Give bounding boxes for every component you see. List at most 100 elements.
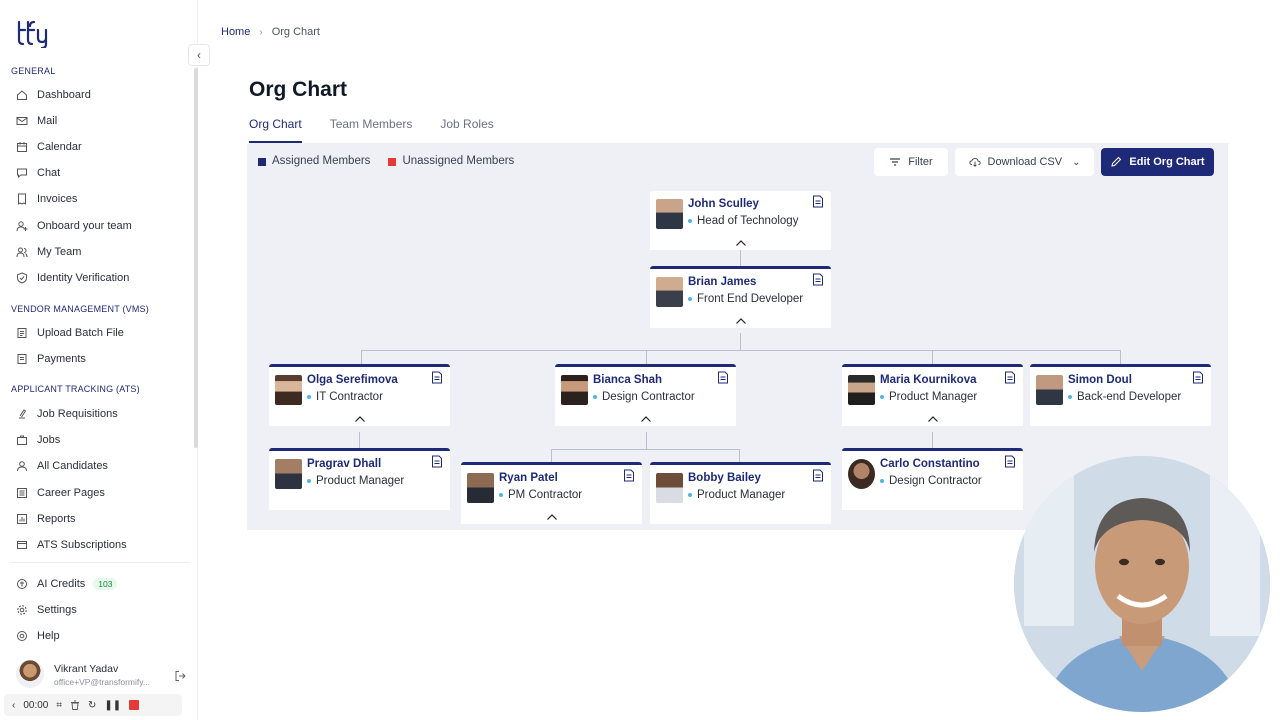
member-name: Bobby Bailey — [688, 472, 761, 484]
stop-icon[interactable] — [129, 700, 140, 710]
org-card-bobby[interactable]: Bobby Bailey Product Manager — [650, 462, 831, 524]
chevron-up-icon[interactable] — [354, 415, 366, 423]
sidebar-item-upload-batch[interactable]: Upload Batch File — [16, 323, 192, 343]
sidebar-item-identity[interactable]: Identity Verification — [16, 268, 192, 288]
document-icon[interactable] — [717, 371, 729, 384]
shield-icon — [16, 272, 28, 284]
document-icon[interactable] — [1192, 371, 1204, 384]
org-card-john[interactable]: John Sculley Head of Technology — [650, 191, 831, 250]
connector-line — [740, 333, 741, 350]
sidebar-item-all-candidates[interactable]: All Candidates — [16, 456, 192, 476]
chevron-up-icon[interactable] — [927, 415, 939, 423]
org-card-bianca[interactable]: Bianca Shah Design Contractor — [555, 364, 736, 426]
sidebar-item-chat[interactable]: Chat — [16, 163, 192, 183]
org-card-ryan[interactable]: Ryan Patel PM Contractor — [461, 462, 642, 524]
chevron-up-icon[interactable] — [640, 415, 652, 423]
org-card-maria[interactable]: Maria Kournikova Product Manager — [842, 364, 1023, 426]
sidebar-scrollbar[interactable] — [194, 68, 198, 448]
collapse-sidebar-button[interactable]: ‹ — [188, 44, 210, 66]
legend-assigned: Assigned Members — [258, 155, 370, 167]
sidebar-item-label: Upload Batch File — [37, 327, 124, 339]
sidebar-item-label: Job Requisitions — [37, 408, 118, 420]
org-card-brian[interactable]: Brian James Front End Developer — [650, 266, 831, 328]
sidebar-item-label: Payments — [37, 353, 86, 365]
sidebar-item-invoices[interactable]: Invoices — [16, 189, 192, 209]
grid-icon[interactable]: ⌗ — [56, 700, 62, 711]
member-photo — [656, 473, 683, 503]
document-icon[interactable] — [431, 371, 443, 384]
sidebar-item-payments[interactable]: Payments — [16, 349, 192, 369]
chevron-up-icon[interactable] — [735, 317, 747, 325]
pause-icon[interactable]: ❚❚ — [104, 700, 121, 711]
connector-line — [739, 449, 740, 463]
sidebar-item-onboard[interactable]: Onboard your team — [16, 216, 192, 236]
tab-org-chart[interactable]: Org Chart — [249, 117, 302, 143]
help-icon — [16, 630, 28, 642]
chevron-up-icon[interactable] — [735, 239, 747, 247]
restart-icon[interactable]: ↻ — [88, 700, 96, 711]
org-card-olga[interactable]: Olga Serefimova IT Contractor — [269, 364, 450, 426]
logout-icon[interactable] — [174, 670, 186, 682]
sidebar-item-help[interactable]: Help — [16, 626, 192, 646]
chevron-left-icon: ‹ — [197, 48, 201, 62]
member-name: Olga Serefimova — [307, 374, 398, 386]
app-logo[interactable] — [16, 18, 50, 48]
org-card-simon[interactable]: Simon Doul Back-end Developer — [1030, 364, 1211, 426]
chevron-left-icon[interactable]: ‹ — [12, 700, 15, 711]
member-role: PM Contractor — [499, 489, 582, 501]
breadcrumb-current: Org Chart — [271, 26, 320, 38]
document-icon[interactable] — [623, 469, 635, 482]
document-icon[interactable] — [812, 273, 824, 286]
trash-icon[interactable] — [70, 700, 80, 710]
sidebar-item-job-requisitions[interactable]: Job Requisitions — [16, 404, 192, 424]
org-card-pragrav[interactable]: Pragrav Dhall Product Manager — [269, 448, 450, 510]
section-vms: VENDOR MANAGEMENT (VMS) — [11, 304, 149, 314]
org-card-carlo[interactable]: Carlo Constantino Design Contractor — [842, 448, 1023, 510]
edit-org-chart-button[interactable]: Edit Org Chart — [1101, 148, 1214, 176]
filter-button-label: Filter — [908, 156, 933, 168]
sidebar: GENERAL Dashboard Mail Calendar Chat Inv… — [0, 0, 198, 720]
sidebar-item-label: Calendar — [37, 141, 82, 153]
avatar — [16, 660, 44, 688]
member-role: Product Manager — [307, 475, 404, 487]
section-ats: APPLICANT TRACKING (ATS) — [11, 384, 140, 394]
tab-team-members[interactable]: Team Members — [330, 117, 413, 143]
sidebar-item-mail[interactable]: Mail — [16, 111, 192, 131]
sidebar-item-ats-subscriptions[interactable]: ATS Subscriptions — [16, 535, 192, 555]
document-icon[interactable] — [812, 195, 824, 208]
member-name: Brian James — [688, 276, 757, 288]
sidebar-item-jobs[interactable]: Jobs — [16, 430, 192, 450]
sidebar-item-dashboard[interactable]: Dashboard — [16, 85, 192, 105]
sidebar-item-calendar[interactable]: Calendar — [16, 137, 192, 157]
sidebar-item-reports[interactable]: Reports — [16, 509, 192, 529]
sidebar-item-settings[interactable]: Settings — [16, 600, 192, 620]
connector-line — [361, 350, 362, 364]
breadcrumb-home-link[interactable]: Home — [221, 26, 250, 38]
sidebar-item-ai-credits[interactable]: AI Credits 103 — [16, 574, 192, 594]
chevron-up-icon[interactable] — [546, 513, 558, 521]
subscription-icon — [16, 539, 28, 551]
calendar-icon — [16, 141, 28, 153]
team-icon — [16, 246, 28, 258]
sidebar-item-career-pages[interactable]: Career Pages — [16, 483, 192, 503]
tab-bar: Org Chart Team Members Job Roles — [249, 117, 522, 145]
reports-icon — [16, 513, 28, 525]
filter-button[interactable]: Filter — [874, 148, 948, 176]
briefcase-icon — [16, 434, 28, 446]
sidebar-item-label: All Candidates — [37, 460, 108, 472]
document-icon[interactable] — [431, 455, 443, 468]
legend: Assigned Members Unassigned Members — [258, 155, 532, 167]
document-icon[interactable] — [812, 469, 824, 482]
tab-job-roles[interactable]: Job Roles — [440, 117, 493, 143]
member-role: Back-end Developer — [1068, 391, 1181, 403]
document-icon[interactable] — [1004, 455, 1016, 468]
connector-line — [1120, 350, 1121, 364]
presenter-webcam — [1014, 456, 1270, 712]
document-icon[interactable] — [1004, 371, 1016, 384]
download-csv-button[interactable]: Download CSV ⌄ — [955, 148, 1094, 176]
connector-line — [932, 432, 933, 449]
user-profile[interactable]: Vikrant Yadav office+VP@transformify... — [16, 660, 192, 690]
chevron-right-icon: › — [259, 26, 263, 38]
sidebar-divider — [10, 562, 190, 563]
sidebar-item-my-team[interactable]: My Team — [16, 242, 192, 262]
